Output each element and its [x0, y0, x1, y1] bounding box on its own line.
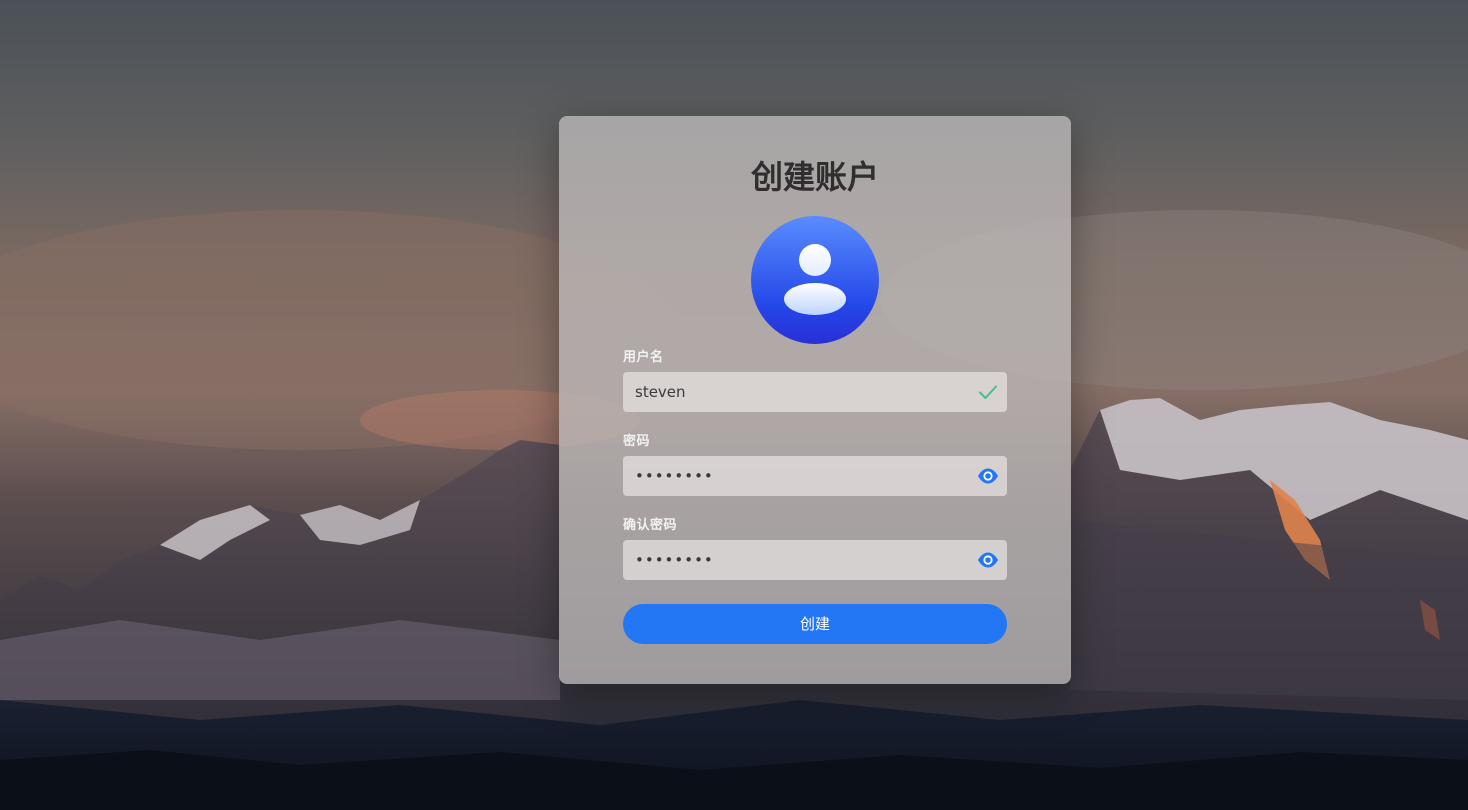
- eye-icon[interactable]: [977, 465, 999, 487]
- username-value: steven: [635, 383, 686, 401]
- confirm-password-value: ••••••••: [635, 551, 714, 569]
- username-label: 用户名: [623, 350, 664, 365]
- username-field[interactable]: steven: [623, 372, 1007, 412]
- password-value: ••••••••: [635, 467, 714, 485]
- desktop-background: 创建账户 用户名 steven 密码 •••••••• 确认密码 •••••••…: [0, 0, 1468, 810]
- confirm-password-field[interactable]: ••••••••: [623, 540, 1007, 580]
- password-label: 密码: [623, 434, 651, 449]
- user-avatar-icon[interactable]: [751, 216, 879, 344]
- dialog-title: 创建账户: [750, 158, 879, 196]
- create-button[interactable]: 创建: [623, 604, 1007, 644]
- confirm-password-label: 确认密码: [623, 518, 678, 533]
- password-field[interactable]: ••••••••: [623, 456, 1007, 496]
- eye-icon[interactable]: [977, 549, 999, 571]
- create-account-dialog: 创建账户 用户名 steven 密码 •••••••• 确认密码 •••••••…: [559, 116, 1071, 684]
- check-icon: [977, 381, 999, 403]
